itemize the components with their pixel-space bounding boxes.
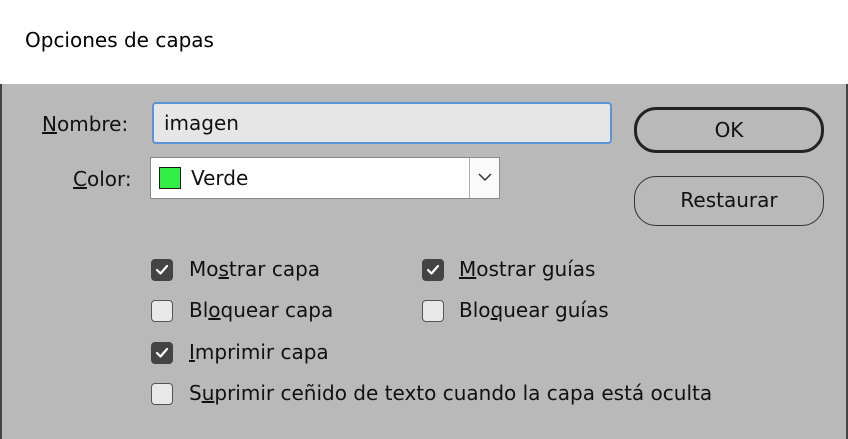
show-layer-label[interactable]: Mostrar capa [189,257,320,281]
name-label: Nombre: [42,112,128,136]
show-guides-label-post: ostrar guías [476,257,596,281]
print-layer-label[interactable]: Imprimir capa [189,340,329,364]
chevron-down-icon [478,173,492,182]
layer-options-dialog: Opciones de capas Nombre: Color: Verde O… [0,0,848,439]
show-guides-label[interactable]: Mostrar guías [459,257,595,281]
checkmark-icon [155,264,169,275]
suppress-text-wrap-label-post: primir ceñido de texto cuando la capa es… [214,381,713,405]
lock-guides-label-post: uear guías [503,298,609,322]
show-guides-checkbox[interactable] [422,259,444,281]
color-swatch [159,167,181,189]
checkmark-icon [155,347,169,358]
color-label-mnemonic: C [73,167,87,191]
title-bar: Opciones de capas [0,0,848,84]
lock-guides-label-pre: Blo [459,298,491,322]
print-layer-checkbox[interactable] [151,342,173,364]
lock-layer-label[interactable]: Bloquear capa [189,298,333,322]
print-layer-label-post: mprimir capa [194,340,329,364]
color-dropdown-button[interactable] [469,158,499,198]
dialog-title: Opciones de capas [25,28,214,52]
lock-guides-checkbox[interactable] [422,300,444,322]
checkmark-icon [426,264,440,275]
show-layer-label-post: trar capa [228,257,321,281]
suppress-text-wrap-label[interactable]: Suprimir ceñido de texto cuando la capa … [189,381,712,405]
color-select[interactable]: Verde [150,157,500,199]
name-label-rest: ombre: [56,112,129,136]
show-layer-label-mnemonic: s [218,257,229,281]
lock-guides-label[interactable]: Bloquear guías [459,298,609,322]
lock-layer-label-mnemonic: o [208,298,221,322]
show-layer-checkbox[interactable] [151,259,173,281]
name-label-mnemonic: N [42,112,57,136]
suppress-text-wrap-label-pre: S [189,381,202,405]
color-value: Verde [191,166,249,190]
suppress-text-wrap-checkbox[interactable] [151,383,173,405]
lock-layer-label-post: quear capa [220,298,334,322]
lock-layer-checkbox[interactable] [151,300,173,322]
color-label: Color: [73,167,132,191]
lock-layer-label-pre: Bl [189,298,209,322]
show-layer-label-pre: Mo [189,257,219,281]
lock-guides-label-mnemonic: q [490,298,504,322]
show-guides-label-mnemonic: M [459,257,477,281]
color-label-rest: olor: [86,167,132,191]
suppress-text-wrap-label-mnemonic: u [201,381,215,405]
name-input[interactable] [152,102,612,144]
reset-button[interactable]: Restaurar [634,176,824,226]
ok-button[interactable]: OK [634,107,824,153]
